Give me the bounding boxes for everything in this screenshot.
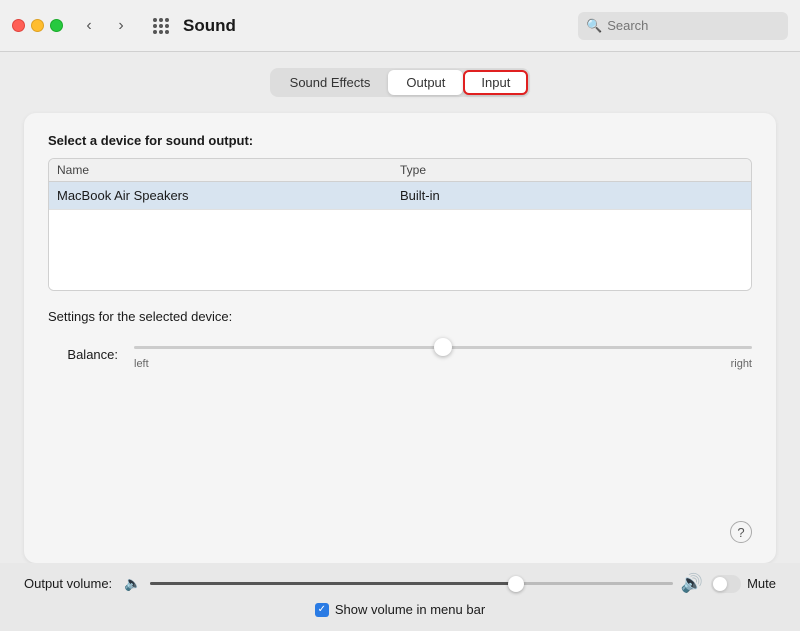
table-row[interactable]: MacBook Air Speakers Built-in (49, 182, 751, 210)
balance-label: Balance: (48, 347, 118, 362)
help-button[interactable]: ? (730, 521, 752, 543)
device-table: Name Type MacBook Air Speakers Built-in (48, 158, 752, 291)
tab-output[interactable]: Output (388, 70, 463, 95)
volume-slider-fill (150, 582, 516, 585)
balance-right-label: right (731, 358, 752, 370)
tab-input[interactable]: Input (463, 70, 528, 95)
bottom-bar: Output volume: 🔈 🔊 Mute ✓ Show volume in… (0, 563, 800, 631)
main-content: Sound Effects Output Input Select a devi… (0, 52, 800, 563)
minimize-button[interactable] (31, 19, 44, 32)
forward-button[interactable]: › (107, 12, 135, 40)
grid-icon (153, 18, 169, 34)
balance-slider-thumb[interactable] (434, 338, 452, 356)
mute-checkbox-row: Mute (711, 575, 776, 593)
grid-button[interactable] (147, 12, 175, 40)
balance-row: Balance: left right (48, 338, 752, 370)
balance-slider-labels: left right (134, 358, 752, 370)
settings-section-title: Settings for the selected device: (48, 309, 752, 324)
tabs: Sound Effects Output Input (270, 68, 531, 97)
tabs-container: Sound Effects Output Input (24, 68, 776, 97)
balance-slider-container: left right (134, 338, 752, 370)
volume-slider-track[interactable] (150, 582, 673, 585)
table-header: Name Type (49, 159, 751, 182)
balance-slider-line (134, 346, 752, 349)
titlebar: ‹ › Sound 🔍 (0, 0, 800, 52)
back-button[interactable]: ‹ (75, 12, 103, 40)
settings-panel: Select a device for sound output: Name T… (24, 113, 776, 563)
device-type: Built-in (400, 188, 743, 203)
table-empty-area (49, 210, 751, 290)
search-icon: 🔍 (586, 18, 602, 34)
close-button[interactable] (12, 19, 25, 32)
output-volume-label: Output volume: (24, 576, 112, 591)
show-volume-checkbox[interactable]: ✓ (315, 603, 329, 617)
tab-sound-effects[interactable]: Sound Effects (272, 70, 389, 95)
select-device-title: Select a device for sound output: (48, 133, 752, 148)
volume-row: Output volume: 🔈 🔊 Mute (24, 573, 776, 594)
search-bar[interactable]: 🔍 (578, 12, 788, 40)
device-name: MacBook Air Speakers (57, 188, 400, 203)
volume-high-icon: 🔊 (681, 573, 703, 594)
balance-slider-track[interactable] (134, 338, 752, 356)
show-volume-label: Show volume in menu bar (335, 602, 485, 617)
mute-label: Mute (747, 576, 776, 591)
traffic-lights (12, 19, 63, 32)
maximize-button[interactable] (50, 19, 63, 32)
nav-buttons: ‹ › (75, 12, 135, 40)
window-title: Sound (183, 16, 570, 36)
search-input[interactable] (607, 18, 780, 33)
mute-toggle[interactable] (711, 575, 741, 593)
col-header-type: Type (400, 163, 743, 177)
volume-slider-thumb[interactable] (508, 576, 524, 592)
balance-left-label: left (134, 358, 149, 370)
col-header-name: Name (57, 163, 400, 177)
show-volume-row: ✓ Show volume in menu bar (24, 602, 776, 617)
volume-low-icon: 🔈 (124, 575, 141, 592)
